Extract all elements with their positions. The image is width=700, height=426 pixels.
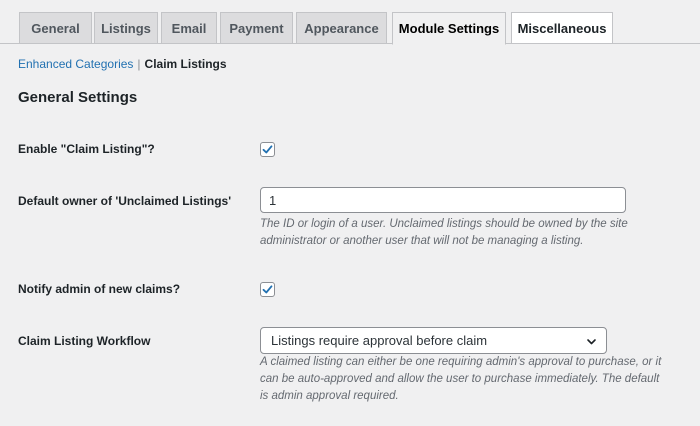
default-owner-input[interactable] — [260, 187, 626, 213]
default-owner-label: Default owner of 'Unclaimed Listings' — [18, 194, 232, 208]
checkmark-icon — [262, 285, 273, 294]
chevron-down-icon — [587, 339, 596, 345]
workflow-label: Claim Listing Workflow — [18, 334, 151, 348]
enable-claim-label: Enable "Claim Listing"? — [18, 142, 155, 156]
workflow-description-line: can be auto-approved and allow the user … — [260, 373, 660, 385]
enhanced-categories-link[interactable]: Enhanced Categories — [18, 57, 133, 71]
default-owner-description-line: The ID or login of a user. Unclaimed lis… — [260, 218, 628, 230]
workflow-select[interactable]: Listings require approval before claim — [260, 327, 607, 354]
subnav-separator: | — [137, 57, 141, 71]
tab-miscellaneous[interactable]: Miscellaneous — [511, 12, 613, 43]
workflow-description: A claimed listing can either be one requ… — [260, 354, 661, 405]
tab-listings[interactable]: Listings — [94, 12, 158, 43]
settings-tab-bar: General Listings Email Payment Appearanc… — [0, 0, 700, 45]
default-owner-description: The ID or login of a user. Unclaimed lis… — [260, 216, 628, 250]
tab-payment[interactable]: Payment — [220, 12, 293, 43]
section-title: General Settings — [18, 89, 138, 106]
default-owner-description-line: administrator or another user that will … — [260, 235, 584, 247]
tab-appearance[interactable]: Appearance — [296, 12, 387, 43]
workflow-selected-value: Listings require approval before claim — [271, 333, 488, 348]
tab-email[interactable]: Email — [161, 12, 217, 43]
claim-listings-current: Claim Listings — [144, 57, 227, 71]
sub-navigation: Enhanced Categories | Claim Listings — [18, 57, 227, 71]
tab-general[interactable]: General — [19, 12, 92, 43]
notify-admin-label: Notify admin of new claims? — [18, 282, 181, 296]
checkmark-icon — [262, 145, 273, 154]
workflow-description-line: A claimed listing can either be one requ… — [260, 356, 662, 368]
notify-admin-checkbox[interactable] — [260, 282, 275, 297]
workflow-description-line: is admin approval required. — [260, 390, 399, 402]
enable-claim-checkbox[interactable] — [260, 142, 275, 157]
tab-module-settings[interactable]: Module Settings — [392, 12, 506, 45]
